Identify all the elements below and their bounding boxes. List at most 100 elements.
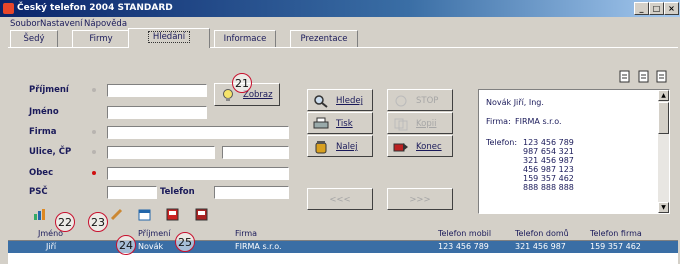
exit-icon <box>393 143 408 152</box>
printer-icon <box>313 117 329 129</box>
prev-button[interactable]: <<< <box>307 188 373 210</box>
name-input[interactable] <box>107 106 207 119</box>
house-number-input[interactable] <box>222 146 289 159</box>
result-firm-label: Firma: <box>486 117 511 126</box>
col-header[interactable]: Příjmení <box>138 229 170 238</box>
town-input[interactable] <box>107 167 289 180</box>
next-button[interactable]: >>> <box>387 188 453 210</box>
results-table[interactable]: Jméno Příjmení Firma Telefon mobil Telef… <box>8 228 678 264</box>
tab-hledani[interactable]: Hledání <box>128 28 210 48</box>
name-label: Jméno <box>29 107 59 117</box>
nalej-button[interactable]: Nalej <box>307 135 373 157</box>
psc-input[interactable] <box>107 186 157 199</box>
card-icon[interactable] <box>195 208 208 221</box>
surname-input[interactable] <box>107 84 207 97</box>
magnifier-icon <box>314 95 328 108</box>
firm-label: Firma <box>29 127 57 137</box>
tab-informace[interactable]: Informace <box>214 30 276 48</box>
tab-firmy[interactable]: Firmy <box>72 30 130 48</box>
window-title: Český telefon 2004 STANDARD <box>17 3 173 13</box>
required-dot <box>92 88 96 92</box>
result-phone: 159 357 462 <box>523 174 574 183</box>
app-icon <box>3 3 14 14</box>
kopii-button[interactable]: Kopii <box>387 112 453 134</box>
table-row[interactable] <box>8 253 678 264</box>
result-firm: FIRMA s.r.o. <box>515 117 562 126</box>
title-bar: Český telefon 2004 STANDARD _ □ × <box>0 0 680 17</box>
lightbulb-icon <box>223 89 233 101</box>
result-phone: 123 456 789 <box>523 138 574 147</box>
kopii-label: Kopii <box>416 119 437 129</box>
result-phone-label: Telefon: <box>486 138 518 147</box>
minimize-button[interactable]: _ <box>634 2 649 15</box>
cell-mobile: 123 456 789 <box>438 242 489 251</box>
page-icon[interactable] <box>637 70 650 83</box>
hledej-button[interactable]: Hledej <box>307 89 373 111</box>
phone-input[interactable] <box>214 186 289 199</box>
surname-label: Příjmení <box>29 85 69 95</box>
konec-button[interactable]: Konec <box>387 135 453 157</box>
result-phone: 456 987 123 <box>523 165 574 174</box>
cell-work: 159 357 462 <box>590 242 641 251</box>
menu-nastaveni[interactable]: Nastavení <box>40 19 83 29</box>
firm-input[interactable] <box>107 126 289 139</box>
tisk-label: Tisk <box>336 119 353 129</box>
prev-label: <<< <box>329 195 351 205</box>
result-phone: 888 888 888 <box>523 183 574 192</box>
stop-button[interactable]: STOP <box>387 89 453 111</box>
col-header[interactable]: Telefon firma <box>590 229 642 238</box>
callout-marker: 24 <box>116 235 136 255</box>
street-input[interactable] <box>107 146 215 159</box>
cell-surname: Novák <box>138 242 164 251</box>
callout-marker: 25 <box>175 232 195 252</box>
callout-marker: 22 <box>55 212 75 232</box>
jar-icon <box>315 141 327 154</box>
close-button[interactable]: × <box>664 2 679 15</box>
result-phone: 321 456 987 <box>523 156 574 165</box>
stop-icon <box>395 95 407 107</box>
card-icon[interactable] <box>166 208 179 221</box>
zobraz-label: Zobraz <box>243 90 273 100</box>
cell-home: 321 456 987 <box>515 242 566 251</box>
scroll-down-arrow[interactable]: ▼ <box>658 202 669 213</box>
town-label: Obec <box>29 168 54 178</box>
street-label: Ulice, ČP <box>29 147 72 157</box>
result-name: Novák Jiří, Ing. <box>486 98 544 107</box>
page-icon[interactable] <box>618 70 631 83</box>
hledej-label: Hledej <box>336 96 363 106</box>
konec-label: Konec <box>416 142 442 152</box>
menu-napoveda[interactable]: Nápověda <box>84 19 127 29</box>
page-icon[interactable] <box>655 70 668 83</box>
callout-marker: 21 <box>232 73 252 93</box>
app-window: Český telefon 2004 STANDARD _ □ × Soubor… <box>0 0 680 264</box>
maximize-button[interactable]: □ <box>649 2 664 15</box>
tisk-button[interactable]: Tisk <box>307 112 373 134</box>
tab-prezentace[interactable]: Prezentace <box>290 30 358 48</box>
required-dot <box>92 130 96 134</box>
callout-marker: 23 <box>88 212 108 232</box>
menu-bar: Soubor Nastavení Nápověda <box>0 17 680 31</box>
scroll-up-arrow[interactable]: ▲ <box>658 90 669 101</box>
table-row[interactable]: Jiří Novák FIRMA s.r.o. 123 456 789 321 … <box>8 241 678 253</box>
result-phone: 987 654 321 <box>523 147 574 156</box>
psc-label: PSČ <box>29 187 48 197</box>
phone-label: Telefon <box>160 187 195 197</box>
required-dot <box>92 171 96 175</box>
scroll-thumb[interactable] <box>658 102 669 134</box>
tab-sedy[interactable]: Šedý <box>10 30 58 48</box>
nalej-label: Nalej <box>336 142 358 152</box>
cell-firm: FIRMA s.r.o. <box>235 242 282 251</box>
result-panel[interactable]: Novák Jiří, Ing. Firma: FIRMA s.r.o. Tel… <box>478 89 670 214</box>
table-header: Jméno Příjmení Firma Telefon mobil Telef… <box>8 228 678 241</box>
col-header[interactable]: Firma <box>235 229 257 238</box>
chart-icon[interactable] <box>33 208 46 221</box>
pencil-icon[interactable] <box>110 208 123 221</box>
col-header[interactable]: Telefon mobil <box>438 229 491 238</box>
calendar-icon[interactable] <box>138 208 151 221</box>
stop-label: STOP <box>416 96 439 106</box>
menu-soubor[interactable]: Soubor <box>10 19 40 29</box>
col-header[interactable]: Telefon domů <box>515 229 569 238</box>
result-scrollbar[interactable]: ▲ ▼ <box>658 90 669 213</box>
next-label: >>> <box>409 195 431 205</box>
cell-name: Jiří <box>46 242 57 251</box>
